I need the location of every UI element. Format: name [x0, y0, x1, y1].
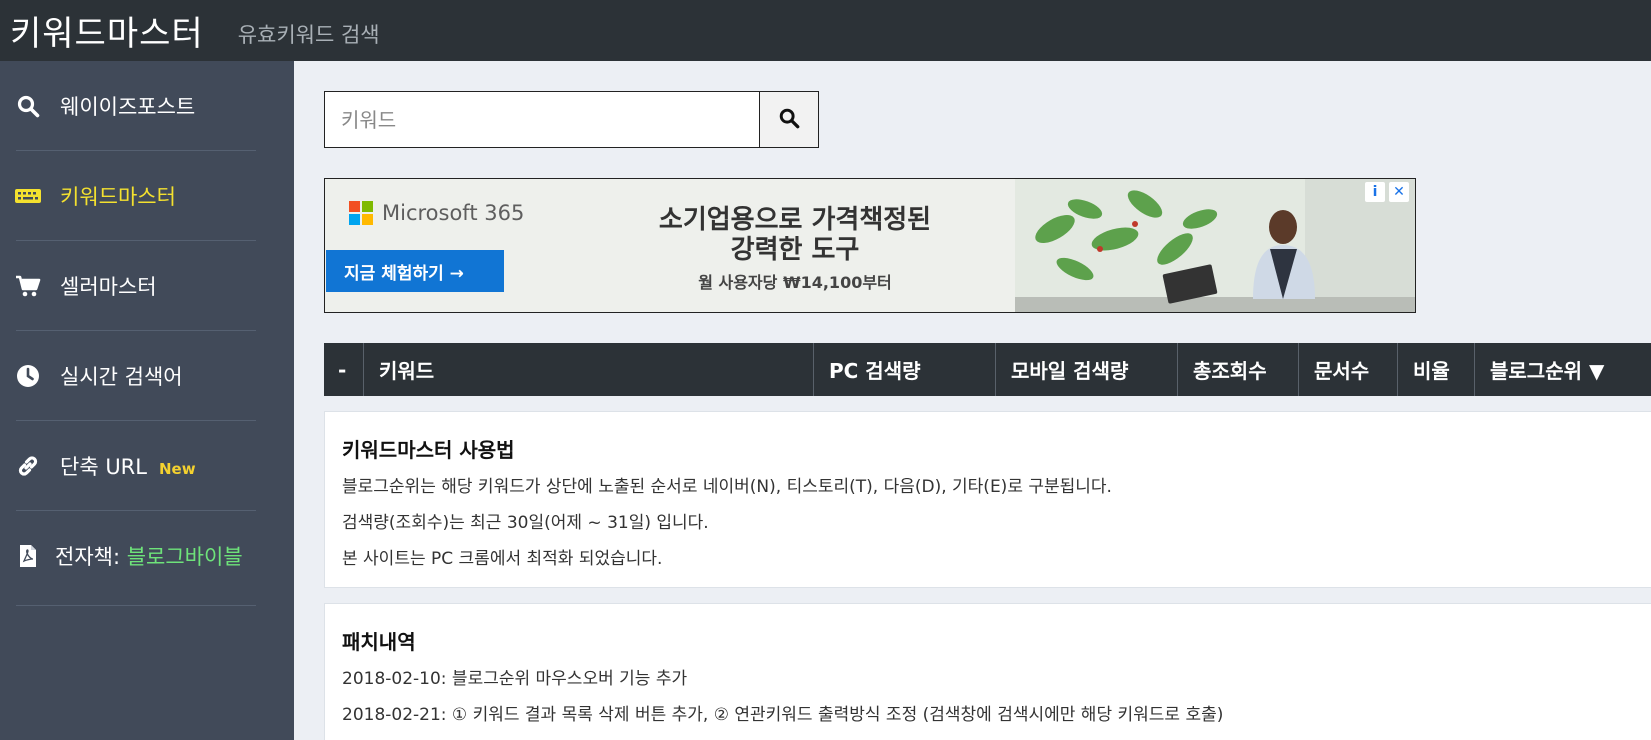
column-header-keyword[interactable]: 키워드 [364, 343, 814, 396]
sidebar-divider [16, 605, 256, 606]
search-icon [778, 107, 800, 133]
usage-title: 키워드마스터 사용법 [342, 438, 515, 462]
microsoft-logo: Microsoft 365 [349, 201, 524, 225]
logo-square-green [362, 201, 373, 212]
ad-brand-name: Microsoft 365 [382, 201, 525, 225]
usage-line: 본 사이트는 PC 크롬에서 최적화 되었습니다. [342, 549, 663, 569]
microsoft-logo-icon [349, 201, 373, 225]
patch-line: 2018-02-21: ① 키워드 결과 목록 삭제 버튼 추가, ② 연관키워… [342, 705, 1224, 725]
brand-tagline: 유효키워드 검색 [237, 22, 380, 47]
sidebar-item-wayispost[interactable]: 웨이이즈포스트 [0, 61, 294, 151]
logo-square-yellow [362, 214, 373, 225]
sidebar: 웨이이즈포스트 키워드마스터 셀러마스터 실시간 검색어 단축 URL New 전… [0, 61, 294, 740]
sidebar-item-ebook[interactable]: 전자책: 블로그바이블 [0, 511, 294, 601]
column-header-doc-count[interactable]: 문서수 [1299, 343, 1398, 396]
logo-square-blue [349, 214, 360, 225]
link-icon [14, 452, 42, 480]
cart-icon [14, 272, 42, 300]
sidebar-item-short-url[interactable]: 단축 URL New [0, 421, 294, 511]
sidebar-item-label: 실시간 검색어 [60, 365, 183, 389]
column-header-blog-rank[interactable]: 블로그순위 ▼ [1475, 343, 1651, 396]
top-header: 키워드마스터 유효키워드 검색 [0, 0, 1651, 61]
usage-card: 키워드마스터 사용법 블로그순위는 해당 키워드가 상단에 노출된 순서로 네이… [324, 411, 1651, 588]
sidebar-item-keywordmaster[interactable]: 키워드마스터 [0, 151, 294, 241]
ad-headline-line: 소기업용으로 가격책정된 [658, 205, 932, 235]
results-table-header: - 키워드 PC 검색량 모바일 검색량 총조회수 문서수 비율 블로그순위 ▼ [324, 343, 1651, 396]
ad-headline: 소기업용으로 가격책정된 강력한 도구 [615, 205, 975, 265]
search-input[interactable] [324, 91, 759, 148]
clock-icon [14, 362, 42, 390]
sidebar-item-label: 셀러마스터 [60, 275, 157, 299]
sidebar-item-label: 전자책: [55, 545, 127, 569]
ad-cta-button[interactable]: 지금 체험하기 → [326, 250, 504, 292]
search-bar [324, 91, 819, 148]
sidebar-item-label: 웨이이즈포스트 [60, 95, 196, 119]
search-icon [14, 92, 42, 120]
brand-title[interactable]: 키워드마스터 [10, 6, 204, 55]
pdf-file-icon [14, 542, 42, 570]
sidebar-item-sellermaster[interactable]: 셀러마스터 [0, 241, 294, 331]
column-header-delete[interactable]: - [324, 343, 364, 396]
ebook-title-link[interactable]: 블로그바이블 [127, 545, 243, 569]
patch-title: 패치내역 [342, 630, 416, 654]
ad-price-text: 월 사용자당 ₩14,100부터 [698, 273, 892, 292]
sidebar-item-realtime-search[interactable]: 실시간 검색어 [0, 331, 294, 421]
logo-square-red [349, 201, 360, 212]
column-header-mobile-volume[interactable]: 모바일 검색량 [996, 343, 1178, 396]
sidebar-item-label: 단축 URL [60, 455, 147, 479]
sidebar-item-label: 키워드마스터 [60, 185, 176, 209]
column-header-pc-volume[interactable]: PC 검색량 [814, 343, 996, 396]
patch-line: 2018-02-10: 블로그순위 마우스오버 기능 추가 [342, 669, 688, 689]
ad-banner[interactable]: Microsoft 365 지금 체험하기 → 소기업용으로 가격책정된 강력한… [324, 178, 1416, 313]
usage-line: 블로그순위는 해당 키워드가 상단에 노출된 순서로 네이버(N), 티스토리(… [342, 477, 1112, 497]
ad-close-icon[interactable]: ✕ [1389, 182, 1409, 202]
column-header-total-views[interactable]: 총조회수 [1178, 343, 1299, 396]
keyboard-icon [14, 182, 42, 210]
search-button[interactable] [759, 91, 819, 148]
new-badge: New [158, 460, 196, 478]
column-header-ratio[interactable]: 비율 [1398, 343, 1475, 396]
ad-photo [1015, 179, 1415, 312]
usage-line: 검색량(조회수)는 최근 30일(어제 ~ 31일) 입니다. [342, 513, 709, 533]
ad-info-icon[interactable]: i [1365, 182, 1385, 202]
ad-controls: i ✕ [1365, 182, 1409, 202]
ad-headline-line: 강력한 도구 [730, 235, 860, 265]
ad-photo-illustration [1015, 179, 1415, 312]
patch-notes-card: 패치내역 2018-02-10: 블로그순위 마우스오버 기능 추가 2018-… [324, 603, 1651, 740]
